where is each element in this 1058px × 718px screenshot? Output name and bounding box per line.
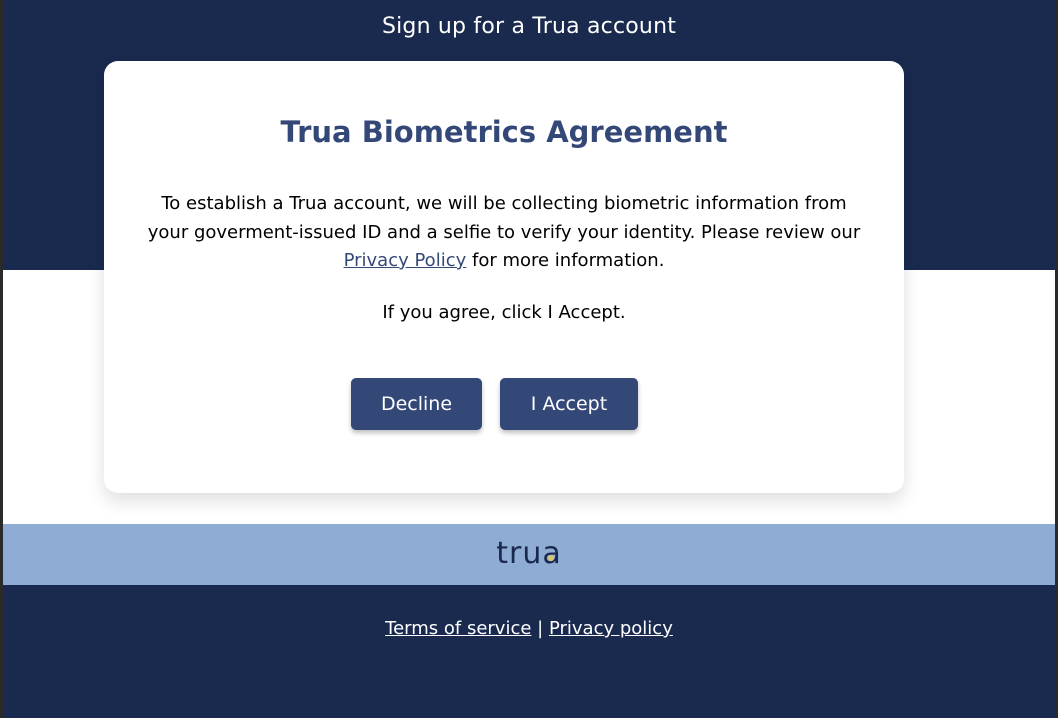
- logo-dot-icon: [547, 554, 554, 561]
- footer-privacy-policy-link[interactable]: Privacy policy: [549, 618, 673, 639]
- dialog-body-suffix: for more information.: [471, 250, 665, 271]
- footer-separator: |: [537, 618, 544, 639]
- decline-button[interactable]: Decline: [351, 378, 482, 430]
- page: Sign up for a Trua account Trua Biometri…: [3, 0, 1055, 718]
- dialog-body-text: To establish a Trua account, we will be …: [147, 193, 861, 243]
- terms-of-service-link[interactable]: Terms of service: [385, 618, 531, 639]
- logo-text: trua: [496, 536, 562, 571]
- privacy-policy-link[interactable]: Privacy Policy: [344, 250, 467, 271]
- trua-logo: trua: [3, 536, 1055, 571]
- footer: Terms of service | Privacy policy: [3, 585, 1055, 718]
- dialog-body: To establish a Trua account, we will be …: [144, 190, 864, 276]
- dialog-note: If you agree, click I Accept.: [382, 302, 626, 323]
- footer-links: Terms of service | Privacy policy: [3, 618, 1055, 639]
- biometrics-agreement-dialog: Trua Biometrics Agreement To establish a…: [104, 61, 904, 493]
- page-title: Sign up for a Trua account: [381, 14, 677, 39]
- accept-button[interactable]: I Accept: [500, 378, 638, 430]
- dialog-title: Trua Biometrics Agreement: [280, 115, 728, 149]
- logo-band: trua: [3, 524, 1055, 585]
